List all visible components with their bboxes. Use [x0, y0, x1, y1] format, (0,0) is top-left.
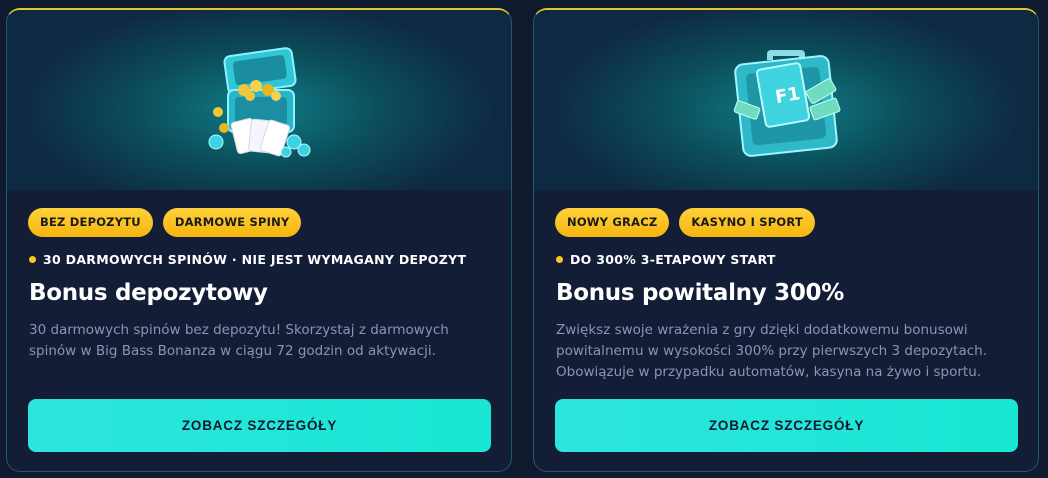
card-title: Bonus depozytowy [29, 280, 268, 306]
bonus-meta: 30 DARMOWYCH SPINÓW · NIE JEST WYMAGANY … [29, 252, 466, 267]
meta-text: 30 DARMOWYCH SPINÓW · NIE JEST WYMAGANY … [43, 252, 467, 267]
card-hero: F1 [534, 10, 1038, 190]
details-button[interactable]: ZOBACZ SZCZEGÓŁY [28, 399, 491, 452]
bonus-card-welcome: F1 NOWY GRACZ KASYNO I SPORT DO 300% 3-E… [533, 8, 1039, 472]
tag-list: NOWY GRACZ KASYNO I SPORT [555, 208, 815, 237]
card-description: Zwiększ swoje wrażenia z gry dzięki doda… [556, 322, 988, 380]
meta-dot-icon [556, 256, 563, 263]
treasure-chest-icon [208, 47, 311, 158]
meta-dot-icon [29, 256, 36, 263]
money-briefcase-icon: F1 [733, 50, 841, 157]
card-hero [7, 10, 511, 190]
briefcase-label: F1 [774, 83, 802, 108]
card-title: Bonus powitalny 300% [556, 280, 845, 306]
tag-no-deposit: BEZ DEPOZYTU [28, 208, 153, 237]
tag-casino-sport: KASYNO I SPORT [679, 208, 815, 237]
tag-free-spins: DARMOWE SPINY [162, 208, 302, 237]
tag-list: BEZ DEPOZYTU DARMOWE SPINY [28, 208, 302, 237]
card-description: 30 darmowych spinów bez depozytu! Skorzy… [29, 322, 449, 359]
bonus-meta: DO 300% 3-ETAPOWY START [556, 252, 776, 267]
meta-text: DO 300% 3-ETAPOWY START [570, 252, 776, 267]
tag-new-player: NOWY GRACZ [555, 208, 670, 237]
bonus-card-deposit: BEZ DEPOZYTU DARMOWE SPINY 30 DARMOWYCH … [6, 8, 512, 472]
details-button[interactable]: ZOBACZ SZCZEGÓŁY [555, 399, 1018, 452]
